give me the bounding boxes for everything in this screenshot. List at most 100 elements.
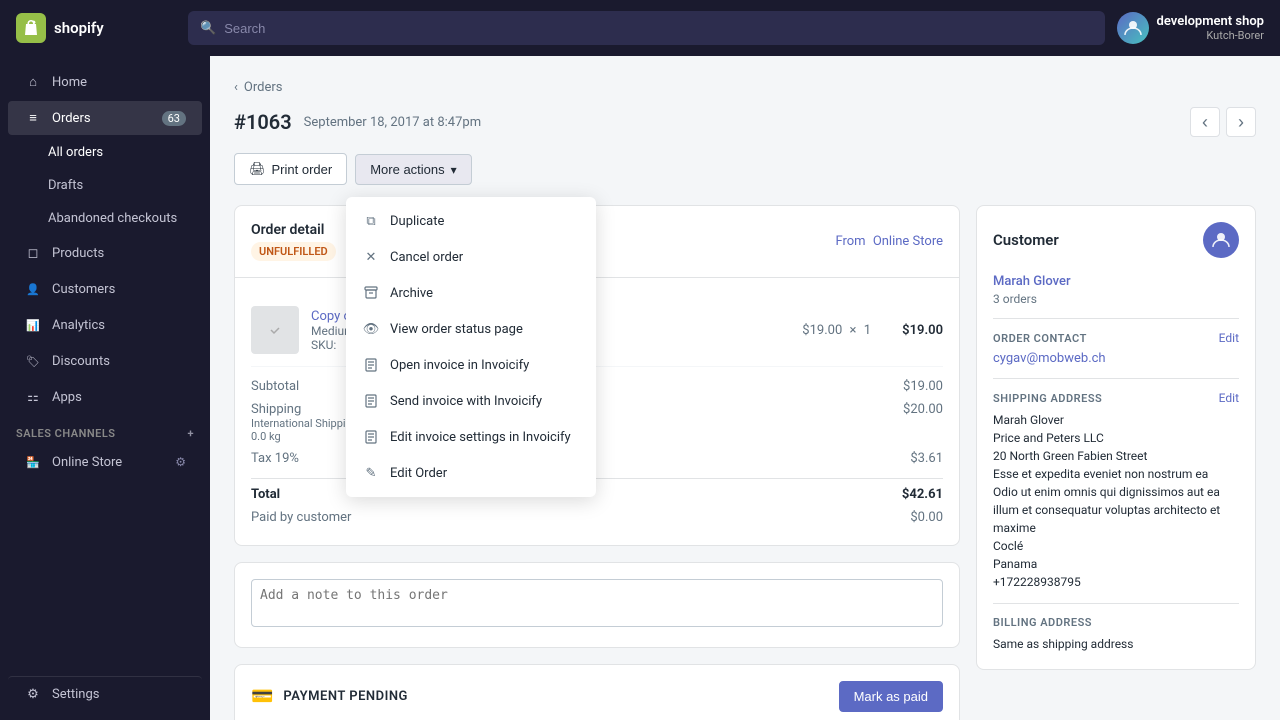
sidebar-item-home[interactable]: Home [8, 65, 202, 99]
main-layout: Home Orders 63 All orders Drafts Abandon… [0, 56, 1280, 720]
breadcrumb[interactable]: ‹ Orders [234, 80, 1256, 95]
settings-label: Settings [52, 687, 99, 702]
duplicate-icon: ⧉ [362, 212, 380, 230]
right-column: Customer Marah Glover 3 orders [976, 205, 1256, 720]
contact-label: ORDER CONTACT [993, 332, 1087, 345]
billing-address: Same as shipping address [993, 635, 1239, 653]
more-actions-button[interactable]: More actions [355, 154, 471, 185]
logo[interactable]: shopify [16, 13, 176, 43]
dropdown-item-view-status[interactable]: 👁 View order status page [346, 311, 596, 347]
sidebar-item-products[interactable]: Products [8, 236, 202, 270]
abandoned-label: Abandoned checkouts [48, 211, 177, 226]
item-unit-price: $19.00 [802, 323, 842, 338]
subtotal-value: $19.00 [903, 379, 943, 394]
sidebar-item-online-store[interactable]: Online Store ⚙ [8, 445, 202, 479]
sidebar-item-orders[interactable]: Orders 63 [8, 101, 202, 135]
dropdown-item-edit-invoice-settings[interactable]: Edit invoice settings in Invoicify [346, 419, 596, 455]
customer-avatar [1203, 222, 1239, 258]
shipping-section-header: SHIPPING ADDRESS Edit [993, 391, 1239, 405]
paid-label: Paid by customer [251, 510, 351, 525]
tax-value: $3.61 [910, 451, 943, 466]
note-input[interactable] [251, 579, 943, 627]
search-bar[interactable]: 🔍 [188, 11, 1105, 45]
sidebar-item-customers[interactable]: Customers [8, 272, 202, 306]
logo-text: shopify [54, 19, 104, 37]
item-image [251, 306, 299, 354]
sidebar-item-all-orders[interactable]: All orders [8, 137, 202, 168]
breadcrumb-label: Orders [244, 80, 283, 95]
customer-card: Customer Marah Glover 3 orders [976, 205, 1256, 670]
note-card [234, 562, 960, 648]
open-invoice-label: Open invoice in Invoicify [390, 358, 529, 373]
print-icon: 🖨 [249, 161, 266, 177]
view-status-label: View order status page [390, 322, 523, 337]
sidebar-item-analytics[interactable]: Analytics [8, 308, 202, 342]
drafts-label: Drafts [48, 178, 83, 193]
dropdown-item-edit-order[interactable]: ✎ Edit Order [346, 455, 596, 491]
total-label: Total [251, 487, 280, 502]
payment-status: PAYMENT PENDING [283, 689, 407, 704]
view-status-icon: 👁 [362, 320, 380, 338]
print-label: Print order [272, 162, 333, 177]
sidebar: Home Orders 63 All orders Drafts Abandon… [0, 56, 210, 720]
discounts-icon [24, 352, 42, 370]
sidebar-item-discounts[interactable]: Discounts [8, 344, 202, 378]
main-content: ‹ Orders #1063 September 18, 2017 at 8:4… [210, 56, 1280, 720]
dropdown-item-send-invoice[interactable]: Send invoice with Invoicify [346, 383, 596, 419]
dropdown-item-duplicate[interactable]: ⧉ Duplicate [346, 203, 596, 239]
sidebar-label-analytics: Analytics [52, 318, 105, 333]
customer-name[interactable]: Marah Glover [993, 274, 1239, 289]
contact-edit-link[interactable]: Edit [1219, 331, 1239, 345]
paid-row: Paid by customer $0.00 [251, 506, 943, 529]
chevron-left-icon [1202, 112, 1208, 133]
status-badge: UNFULFILLED [251, 242, 336, 261]
sidebar-item-apps[interactable]: Apps [8, 380, 202, 414]
dropdown-item-cancel-order[interactable]: ✕ Cancel order [346, 239, 596, 275]
dropdown-item-open-invoice[interactable]: Open invoice in Invoicify [346, 347, 596, 383]
next-order-button[interactable] [1226, 107, 1256, 137]
prev-order-button[interactable] [1190, 107, 1220, 137]
page-title: #1063 [234, 110, 292, 134]
account-shop: Kutch-Borer [1157, 29, 1264, 42]
order-detail-title: Order detail [251, 222, 336, 238]
shipping-label: SHIPPING ADDRESS [993, 392, 1102, 405]
store-icon [24, 453, 42, 471]
analytics-icon [24, 316, 42, 334]
archive-icon [362, 284, 380, 302]
order-detail-card: Order detail UNFULFILLED From Online Sto… [234, 205, 960, 546]
archive-label: Archive [390, 286, 433, 301]
order-detail-body: Copy of Cozy Soft Gloves that you fall a… [235, 278, 959, 545]
edit-invoice-settings-icon [362, 428, 380, 446]
dropdown-item-archive[interactable]: Archive [346, 275, 596, 311]
customer-header: Customer [993, 222, 1239, 258]
item-quantity: 1 [864, 323, 871, 338]
cancel-label: Cancel order [390, 250, 463, 265]
account-info: development shop Kutch-Borer [1157, 14, 1264, 42]
more-actions-dropdown: ⧉ Duplicate ✕ Cancel order Arch [346, 197, 596, 497]
contact-email[interactable]: cygav@mobweb.ch [993, 351, 1239, 366]
settings-icon [24, 685, 42, 703]
left-column: Order detail UNFULFILLED From Online Sto… [234, 205, 960, 720]
sidebar-item-settings[interactable]: Settings [8, 676, 202, 711]
billing-label: BILLING ADDRESS [993, 616, 1092, 629]
print-order-button[interactable]: 🖨 Print order [234, 153, 347, 185]
mark-as-paid-button[interactable]: Mark as paid [839, 681, 943, 712]
customers-icon [24, 280, 42, 298]
shipping-edit-link[interactable]: Edit [1219, 391, 1239, 405]
sidebar-item-abandoned[interactable]: Abandoned checkouts [8, 203, 202, 234]
payment-section: 💳 PAYMENT PENDING Mark as paid [234, 664, 960, 720]
online-store-settings-icon[interactable]: ⚙ [175, 455, 186, 469]
order-detail-header: Order detail UNFULFILLED From Online Sto… [235, 206, 959, 278]
topbar: shopify 🔍 development shop Kutch-Borer [0, 0, 1280, 56]
item-x: × [850, 323, 857, 338]
add-channel-icon[interactable]: + [187, 427, 194, 440]
sidebar-label-customers: Customers [52, 282, 115, 297]
sidebar-label-home: Home [52, 75, 87, 90]
sidebar-item-drafts[interactable]: Drafts [8, 170, 202, 201]
orders-badge: 63 [162, 111, 186, 126]
search-input[interactable] [224, 21, 1092, 36]
edit-order-icon: ✎ [362, 464, 380, 482]
account-area[interactable]: development shop Kutch-Borer [1117, 12, 1264, 44]
chevron-down-icon [451, 162, 457, 177]
tax-label: Tax 19% [251, 451, 299, 466]
